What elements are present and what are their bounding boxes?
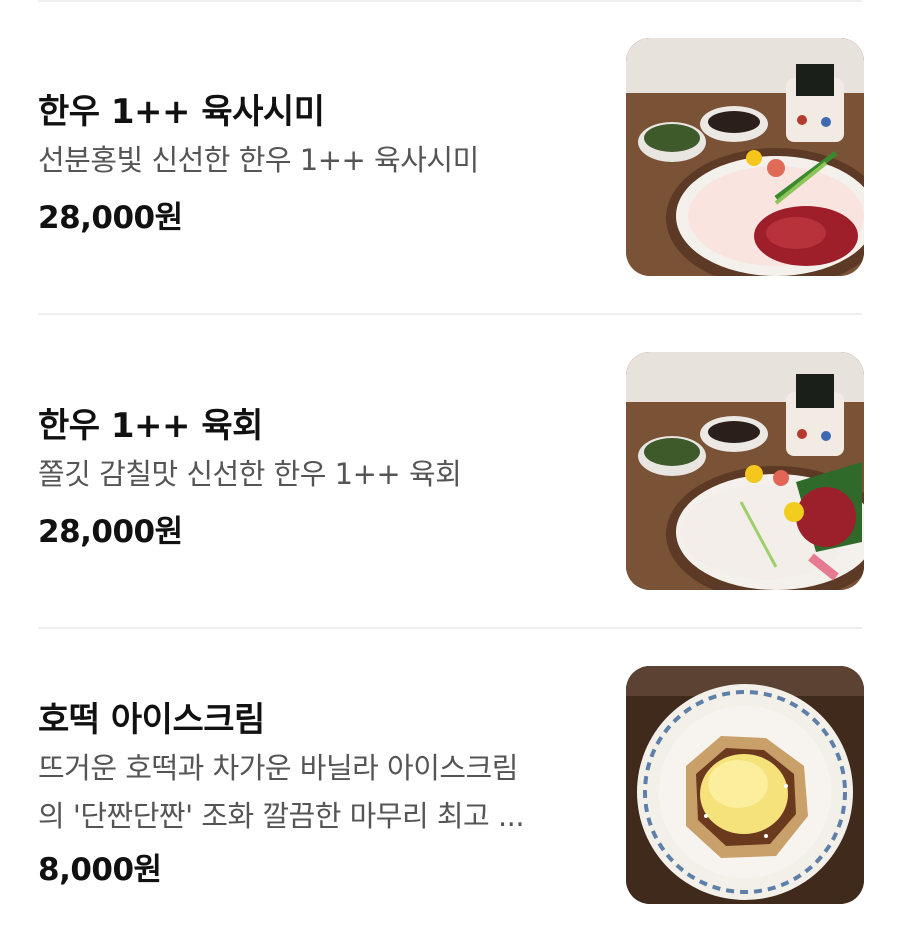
menu-item-description-line2: 의 '단짠단짠' 조화 깔끔한 마무리 최고 ... [38,799,525,833]
menu-item-title: 호떡 아이스크림 [38,700,265,740]
yuk-sashimi-photo-image [626,38,864,276]
menu-item-price: 8,000원 [38,852,162,888]
hotteok-icecream-photo-image [626,666,864,904]
menu-item-yukhoe[interactable]: 한우 1++ 육회 쫄깃 감칠맛 신선한 한우 1++ 육회 28,000원 [0,314,900,628]
menu-item-hotteok-icecream[interactable]: 호떡 아이스크림 뜨거운 호떡과 차가운 바닐라 아이스크림 의 '단짠단짠' … [0,628,900,927]
yukhoe-photo[interactable] [626,352,864,590]
menu-item-description: 선분홍빛 신선한 한우 1++ 육사시미 [38,143,479,177]
menu-item-yuk-sashimi[interactable]: 한우 1++ 육사시미 선분홍빛 신선한 한우 1++ 육사시미 28,000원 [0,0,900,314]
menu-item-price: 28,000원 [38,514,183,550]
yukhoe-photo-image [626,352,864,590]
menu-item-title: 한우 1++ 육회 [38,406,263,446]
menu-item-title: 한우 1++ 육사시미 [38,92,325,132]
menu-item-description: 쫄깃 감칠맛 신선한 한우 1++ 육회 [38,457,462,491]
menu-item-description: 뜨거운 호떡과 차가운 바닐라 아이스크림 [38,751,518,785]
menu-list: 한우 1++ 육사시미 선분홍빛 신선한 한우 1++ 육사시미 28,000원 [0,0,900,927]
yuk-sashimi-photo[interactable] [626,38,864,276]
hotteok-icecream-photo[interactable] [626,666,864,904]
menu-item-price: 28,000원 [38,200,183,236]
